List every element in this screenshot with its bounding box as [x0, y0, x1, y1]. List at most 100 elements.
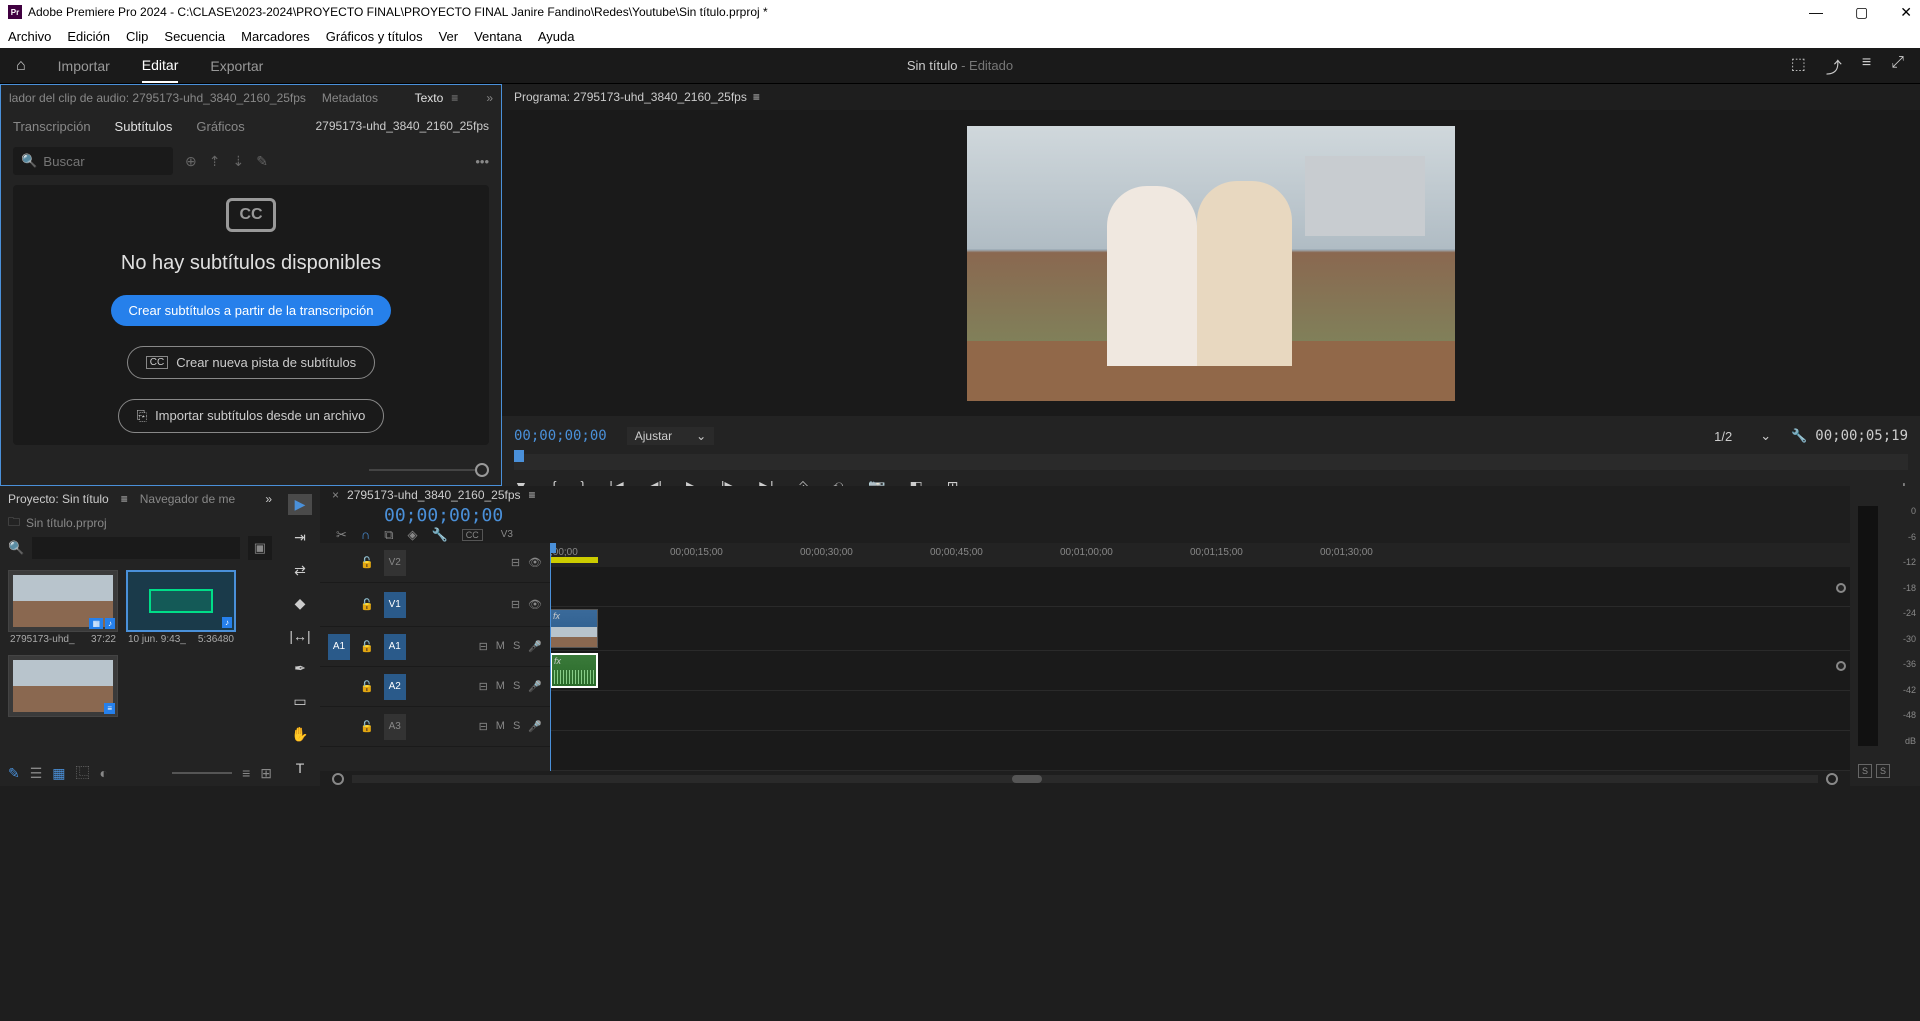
solo-right-icon[interactable]: S [1876, 764, 1890, 778]
add-caption-icon[interactable]: ⊕ [185, 153, 197, 170]
sort-icon[interactable]: ◐ [100, 765, 108, 781]
voiceover-icon[interactable]: 🎤 [528, 680, 542, 693]
split-down-icon[interactable]: ⇣ [232, 153, 244, 170]
list-view-icon[interactable]: ☰ [30, 765, 43, 782]
timeline-sequence-name[interactable]: 2795173-uhd_3840_2160_25fps [347, 488, 521, 502]
tab-importar[interactable]: Importar [58, 50, 110, 82]
hand-tool-icon[interactable]: ✋ [288, 724, 312, 745]
program-menu-icon[interactable]: ≡ [753, 90, 760, 104]
vertical-zoom-bottom[interactable] [1836, 661, 1846, 671]
track-header-a1[interactable]: A1 🔓 A1 ⊟MS🎤 [320, 627, 550, 667]
bin-item-sequence[interactable]: ≡ [8, 655, 118, 717]
import-captions-button[interactable]: ⎘ Importar subtítulos desde un archivo [118, 399, 385, 433]
tab-project[interactable]: Proyecto: Sin título [8, 492, 109, 506]
close-icon[interactable]: ✕ [1900, 4, 1912, 21]
search-box[interactable]: 🔍 [13, 147, 173, 175]
menu-graficos[interactable]: Gráficos y títulos [326, 29, 423, 44]
tab-graficos[interactable]: Gráficos [196, 119, 244, 134]
vertical-zoom-top[interactable] [1836, 583, 1846, 593]
pen-tool-icon[interactable]: ✒ [288, 658, 312, 679]
playback-resolution-select[interactable]: 1/2⌄ [1714, 428, 1771, 444]
sync-lock-icon[interactable]: ⊟ [511, 598, 520, 611]
more-options-icon[interactable]: ••• [475, 154, 489, 169]
timeline-content[interactable]: ;00;00 00;00;15;00 00;00;30;00 00;00;45;… [550, 543, 1850, 771]
track-header-v2[interactable]: 🔓 V2 ⊟👁 [320, 543, 550, 583]
automate-icon[interactable]: ≡ [242, 765, 250, 781]
program-title[interactable]: Programa: 2795173-uhd_3840_2160_25fps [514, 90, 747, 104]
type-tool-icon[interactable]: T [288, 757, 312, 778]
ripple-edit-tool-icon[interactable]: ⇄ [288, 560, 312, 581]
zoom-fit-select[interactable]: Ajustar⌄ [627, 427, 714, 445]
playhead-icon[interactable] [514, 450, 524, 462]
razor-tool-icon[interactable]: ◆ [288, 593, 312, 614]
selection-tool-icon[interactable]: ▶ [288, 494, 312, 515]
bin-item-video[interactable]: ▦♪ 2795173-uhd_37:22 [8, 570, 118, 647]
menu-secuencia[interactable]: Secuencia [164, 29, 225, 44]
panel-menu-icon[interactable]: ≡ [529, 488, 536, 502]
tab-transcripcion[interactable]: Transcripción [13, 119, 91, 134]
menu-ventana[interactable]: Ventana [474, 29, 522, 44]
fullscreen-icon[interactable]: ⤢ [1891, 54, 1904, 78]
zoom-slider[interactable] [369, 463, 489, 477]
time-ruler[interactable]: ;00;00 00;00;15;00 00;00;30;00 00;00;45;… [550, 543, 1850, 567]
program-scrubber[interactable] [514, 454, 1908, 470]
menu-marcadores[interactable]: Marcadores [241, 29, 310, 44]
sync-lock-icon[interactable]: ⊟ [479, 640, 488, 653]
tab-media-browser[interactable]: Navegador de me [140, 492, 235, 506]
workspace-menu-icon[interactable]: ≡ [1862, 54, 1871, 78]
split-up-icon[interactable]: ⇡ [209, 153, 221, 170]
settings-icon[interactable]: 🔧 [432, 527, 448, 543]
tab-editar[interactable]: Editar [142, 49, 179, 83]
project-bins[interactable]: ▦♪ 2795173-uhd_37:22 ♪ 10 jun. 9:43_5:36… [0, 562, 280, 760]
home-icon[interactable]: ⌂ [16, 57, 26, 75]
panel-overflow-icon[interactable]: » [486, 91, 493, 105]
menu-ver[interactable]: Ver [439, 29, 459, 44]
snap-icon[interactable]: ∩ [361, 527, 370, 542]
track-header-a2[interactable]: 🔓 A2 ⊟MS🎤 [320, 667, 550, 707]
toggle-output-icon[interactable]: 👁 [528, 598, 542, 611]
overflow-icon[interactable]: » [265, 492, 272, 506]
slip-tool-icon[interactable]: |↔| [288, 626, 312, 647]
settings-icon[interactable]: 🔧 [1791, 428, 1807, 444]
track-select-tool-icon[interactable]: ⇥ [288, 527, 312, 548]
source-patch-a1[interactable]: A1 [328, 634, 350, 660]
create-caption-track-button[interactable]: CC Crear nueva pista de subtítulos [127, 346, 375, 379]
rectangle-tool-icon[interactable]: ▭ [288, 691, 312, 712]
voiceover-icon[interactable]: 🎤 [528, 640, 542, 653]
solo-left-icon[interactable]: S [1858, 764, 1872, 778]
project-search-input[interactable] [32, 537, 240, 559]
mute-icon[interactable]: M [496, 680, 505, 693]
voiceover-icon[interactable]: 🎤 [528, 720, 542, 733]
folder-icon[interactable]: 🗀 [8, 513, 20, 534]
solo-icon[interactable]: S [513, 720, 520, 733]
sync-lock-icon[interactable]: ⊟ [511, 556, 520, 569]
track-header-v1[interactable]: 🔓 V1 ⊟👁 [320, 583, 550, 627]
mute-icon[interactable]: M [496, 720, 505, 733]
video-clip[interactable]: fx [550, 609, 598, 648]
quick-export-icon[interactable]: ⬚ [1791, 54, 1806, 78]
bin-item-audio[interactable]: ♪ 10 jun. 9:43_5:36480 [126, 570, 236, 647]
insert-mode-icon[interactable]: ✂ [336, 527, 347, 543]
audio-clip[interactable]: fx [550, 653, 598, 688]
timeline-playhead[interactable] [550, 543, 551, 771]
panel-tab-texto[interactable]: Texto [415, 91, 444, 105]
horizontal-scrollbar[interactable] [352, 775, 1818, 783]
edit-icon[interactable]: ✎ [256, 153, 268, 170]
maximize-icon[interactable]: ▢ [1855, 4, 1868, 21]
lock-icon[interactable]: 🔓 [360, 720, 374, 733]
caption-track-icon[interactable]: CC [462, 529, 483, 541]
search-input[interactable] [43, 154, 153, 169]
zoom-out-handle[interactable] [332, 773, 344, 785]
mute-icon[interactable]: M [496, 640, 505, 653]
level-meter[interactable] [1858, 506, 1878, 746]
menu-ayuda[interactable]: Ayuda [538, 29, 575, 44]
panel-menu-icon[interactable]: ≡ [121, 492, 128, 506]
solo-icon[interactable]: S [513, 640, 520, 653]
sync-lock-icon[interactable]: ⊟ [479, 720, 488, 733]
thumbnail-size-slider[interactable] [172, 772, 232, 774]
lock-icon[interactable]: 🔓 [360, 556, 374, 569]
lock-icon[interactable]: 🔓 [360, 680, 374, 693]
close-sequence-icon[interactable]: × [332, 488, 339, 502]
zoom-in-handle[interactable] [1826, 773, 1838, 785]
lock-icon[interactable]: 🔓 [360, 640, 374, 653]
